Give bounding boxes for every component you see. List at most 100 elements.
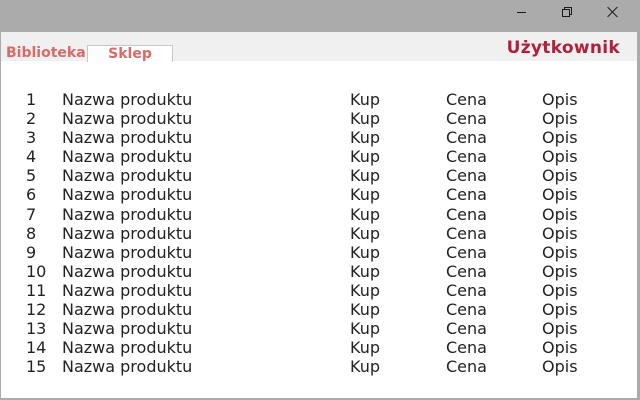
product-number: 3 [26,128,37,148]
description-link[interactable]: Opis [542,185,578,204]
product-row: 11 Nazwa produktu Kup Cena Opis [1,281,637,300]
description-link[interactable]: Opis [542,319,578,338]
product-number: 11 [26,280,47,300]
minimize-icon [516,12,526,13]
product-row: 5 Nazwa produktu Kup Cena Opis [1,166,637,185]
product-name: Nazwa produktu [62,204,193,224]
close-button[interactable] [590,0,636,24]
buy-link[interactable]: Kup [350,128,380,147]
title-bar [0,0,640,26]
product-row: 6 Nazwa produktu Kup Cena Opis [1,185,637,204]
product-number: 14 [26,338,47,358]
product-row: 2 Nazwa produktu Kup Cena Opis [1,109,637,128]
product-name: Nazwa produktu [62,300,193,320]
price-label: Cena [446,261,487,281]
buy-link[interactable]: Kup [350,243,380,262]
product-row: 1 Nazwa produktu Kup Cena Opis [1,90,637,109]
restore-icon [562,7,572,17]
product-number: 2 [26,109,37,129]
product-number: 12 [26,300,47,320]
buy-link[interactable]: Kup [350,300,380,319]
tab-biblioteka[interactable]: Biblioteka [6,44,86,62]
price-label: Cena [446,185,487,205]
buy-link[interactable]: Kup [350,205,380,224]
price-label: Cena [446,109,487,129]
product-number: 8 [26,223,37,243]
description-link[interactable]: Opis [542,224,578,243]
description-link[interactable]: Opis [542,147,578,166]
product-name: Nazwa produktu [62,242,193,262]
product-number: 13 [26,319,47,339]
product-row: 14 Nazwa produktu Kup Cena Opis [1,338,637,357]
price-label: Cena [446,300,487,320]
buy-link[interactable]: Kup [350,319,380,338]
product-name: Nazwa produktu [62,147,193,167]
description-link[interactable]: Opis [542,281,578,300]
close-icon [607,6,619,18]
buy-link[interactable]: Kup [350,147,380,166]
product-name: Nazwa produktu [62,319,193,339]
price-label: Cena [446,147,487,167]
description-link[interactable]: Opis [542,109,578,128]
product-row: 8 Nazwa produktu Kup Cena Opis [1,224,637,243]
product-name: Nazwa produktu [62,338,193,358]
product-row: 12 Nazwa produktu Kup Cena Opis [1,300,637,319]
product-name: Nazwa produktu [62,280,193,300]
product-row: 3 Nazwa produktu Kup Cena Opis [1,128,637,147]
price-label: Cena [446,204,487,224]
buy-link[interactable]: Kup [350,338,380,357]
description-link[interactable]: Opis [542,128,578,147]
price-label: Cena [446,242,487,262]
price-label: Cena [446,90,487,109]
product-name: Nazwa produktu [62,357,193,377]
user-menu[interactable]: Użytkownik [507,38,620,58]
description-link[interactable]: Opis [542,166,578,185]
buy-link[interactable]: Kup [350,224,380,243]
product-name: Nazwa produktu [62,166,193,186]
tab-sklep[interactable]: Sklep [87,45,173,62]
product-number: 9 [26,242,37,262]
product-row: 10 Nazwa produktu Kup Cena Opis [1,262,637,281]
app-window: Biblioteka Sklep Użytkownik 1 Nazwa produ… [1,32,637,398]
product-number: 5 [26,166,37,186]
description-link[interactable]: Opis [542,300,578,319]
description-link[interactable]: Opis [542,262,578,281]
buy-link[interactable]: Kup [350,185,380,204]
product-row: 9 Nazwa produktu Kup Cena Opis [1,243,637,262]
price-label: Cena [446,223,487,243]
buy-link[interactable]: Kup [350,166,380,185]
price-label: Cena [446,128,487,148]
product-number: 15 [26,357,47,377]
price-label: Cena [446,319,487,339]
product-row: 13 Nazwa produktu Kup Cena Opis [1,319,637,338]
buy-link[interactable]: Kup [350,90,380,109]
product-number: 6 [26,185,37,205]
description-link[interactable]: Opis [542,90,578,109]
price-label: Cena [446,338,487,358]
product-number: 7 [26,204,37,224]
minimize-button[interactable] [498,0,544,24]
product-row: 15 Nazwa produktu Kup Cena Opis [1,357,637,376]
product-name: Nazwa produktu [62,128,193,148]
product-name: Nazwa produktu [62,185,193,205]
buy-link[interactable]: Kup [350,281,380,300]
maximize-button[interactable] [544,0,590,24]
product-row: 7 Nazwa produktu Kup Cena Opis [1,205,637,224]
description-link[interactable]: Opis [542,205,578,224]
description-link[interactable]: Opis [542,338,578,357]
product-number: 10 [26,261,47,281]
product-name: Nazwa produktu [62,223,193,243]
product-name: Nazwa produktu [62,261,193,281]
description-link[interactable]: Opis [542,357,578,376]
price-label: Cena [446,357,487,377]
tab-strip: Biblioteka Sklep Użytkownik [1,32,637,62]
buy-link[interactable]: Kup [350,109,380,128]
price-label: Cena [446,166,487,186]
description-link[interactable]: Opis [542,243,578,262]
product-row: 4 Nazwa produktu Kup Cena Opis [1,147,637,166]
product-number: 1 [26,90,37,109]
buy-link[interactable]: Kup [350,357,380,376]
price-label: Cena [446,280,487,300]
buy-link[interactable]: Kup [350,262,380,281]
product-name: Nazwa produktu [62,90,193,109]
